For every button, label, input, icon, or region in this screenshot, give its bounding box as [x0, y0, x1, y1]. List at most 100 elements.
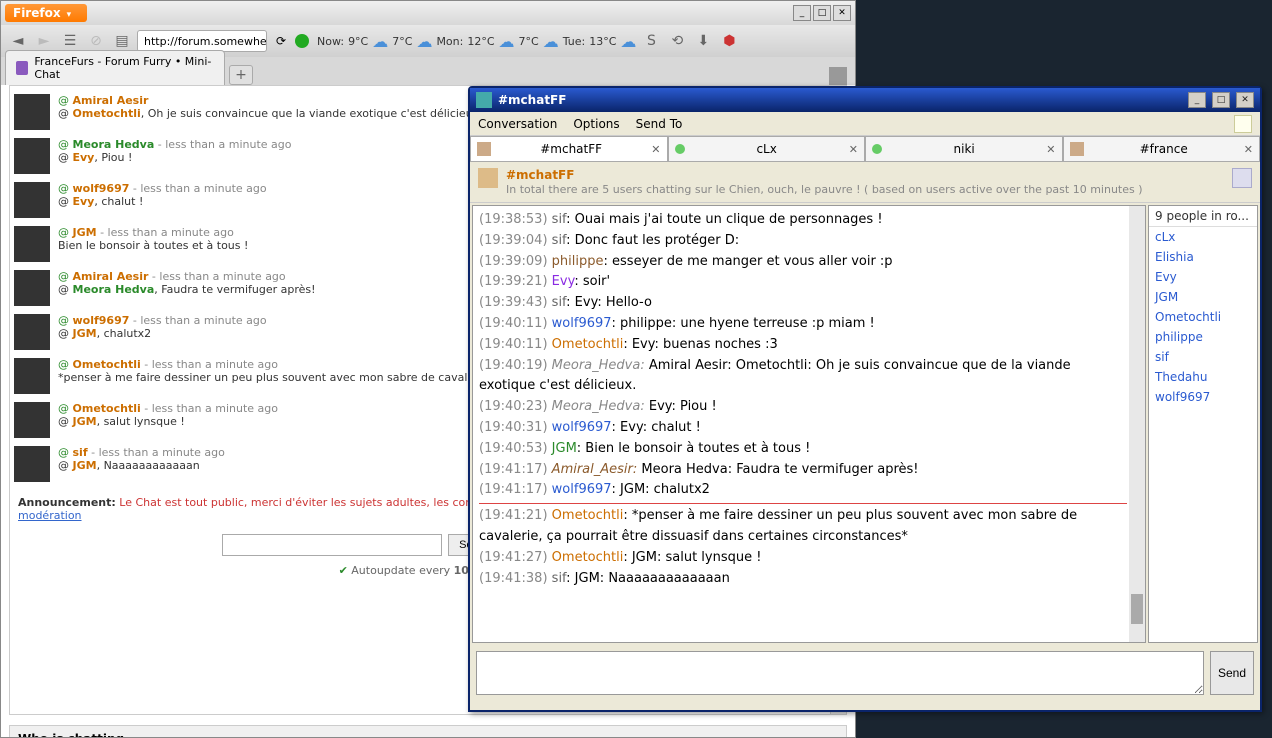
- minimize-button[interactable]: _: [1188, 92, 1206, 108]
- irc-send-button[interactable]: Send: [1210, 651, 1254, 695]
- avatar: [14, 446, 50, 482]
- adblock-icon[interactable]: ⬢: [718, 30, 740, 52]
- weather-widget[interactable]: Now: 9°C ☁ 7°C ☁ Mon: 12°C ☁ 7°C ☁ Tue: …: [317, 32, 636, 51]
- weather-tue-label: Tue:: [563, 35, 586, 48]
- sync-icon[interactable]: ⟲: [666, 30, 688, 52]
- irc-topic: #mchatFF In total there are 5 users chat…: [470, 162, 1260, 203]
- app-icon: [476, 92, 492, 108]
- browser-tab[interactable]: FranceFurs - Forum Furry • Mini-Chat: [5, 50, 225, 85]
- tab-close-icon[interactable]: ✕: [849, 143, 858, 156]
- maximize-button[interactable]: □: [813, 5, 831, 21]
- avatar: [14, 402, 50, 438]
- irc-tab[interactable]: #france ✕: [1063, 136, 1261, 162]
- tab-groups-icon[interactable]: [829, 67, 847, 85]
- irc-tab-label: cLx: [691, 142, 843, 156]
- user-count-header: 9 people in ro...: [1149, 206, 1257, 227]
- who-is-chatting-box: Who is chatting In total there are 6 use…: [9, 725, 847, 737]
- irc-input[interactable]: [476, 651, 1204, 695]
- irc-user-item[interactable]: Elishia: [1149, 247, 1257, 267]
- weather-now-temp: 9°C: [348, 35, 368, 48]
- irc-user-item[interactable]: philippe: [1149, 327, 1257, 347]
- irc-user-item[interactable]: sif: [1149, 347, 1257, 367]
- close-button[interactable]: ✕: [833, 5, 851, 21]
- weather-mon-temp: 12°C: [467, 35, 494, 48]
- log-line: (19:41:38) sif: JGM: Naaaaaaaaaaaaan: [479, 569, 1127, 590]
- back-icon[interactable]: ◄: [7, 30, 29, 52]
- stop-icon[interactable]: ⊘: [85, 30, 107, 52]
- minimize-button[interactable]: _: [793, 5, 811, 21]
- irc-tab-label: #mchatFF: [497, 142, 645, 156]
- reload-icon[interactable]: ⟳: [271, 30, 291, 52]
- firefox-tabstrip: FranceFurs - Forum Furry • Mini-Chat +: [1, 57, 855, 85]
- irc-user-item[interactable]: Evy: [1149, 267, 1257, 287]
- log-line: (19:39:21) Evy: soir': [479, 272, 1127, 293]
- irc-tab[interactable]: cLx ✕: [668, 136, 866, 162]
- irc-user-item[interactable]: Thedahu: [1149, 367, 1257, 387]
- log-line: (19:39:04) sif: Donc faut les protéger D…: [479, 231, 1127, 252]
- channel-icon: [1070, 142, 1084, 156]
- rain-icon: ☁: [416, 32, 432, 51]
- close-button[interactable]: ✕: [1236, 92, 1254, 108]
- log-line: (19:39:09) philippe: esseyer de me mange…: [479, 252, 1127, 273]
- log-line: (19:39:43) sif: Evy: Hello-o: [479, 293, 1127, 314]
- presence-dot-icon: [872, 144, 882, 154]
- menu-conversation[interactable]: Conversation: [478, 117, 557, 131]
- log-line: (19:40:11) Ometochtli: Evy: buenas noche…: [479, 335, 1127, 356]
- log-scrollbar[interactable]: [1129, 206, 1145, 642]
- topic-subtitle: In total there are 5 users chatting sur …: [506, 183, 1143, 196]
- irc-user-item[interactable]: JGM: [1149, 287, 1257, 307]
- log-line: (19:41:21) Ometochtli: *penser à me fair…: [479, 506, 1127, 548]
- tab-close-icon[interactable]: ✕: [1244, 143, 1253, 156]
- favicon-icon: [16, 61, 28, 75]
- readlater-icon[interactable]: ▤: [111, 30, 133, 52]
- log-line: (19:41:17) Amiral_Aesir: Meora Hedva: Fa…: [479, 460, 1127, 481]
- irc-user-list: 9 people in ro... cLxElishiaEvyJGMOmetoc…: [1148, 205, 1258, 643]
- rss-icon[interactable]: ☰: [59, 30, 81, 52]
- tab-close-icon[interactable]: ✕: [651, 143, 660, 156]
- weather-tue-temp: 13°C: [589, 35, 616, 48]
- stylish-icon[interactable]: S: [640, 30, 662, 52]
- topic-channel: #mchatFF: [506, 168, 574, 182]
- log-line: (19:41:27) Ometochtli: JGM: salut lynsqu…: [479, 548, 1127, 569]
- announcement-label: Announcement:: [18, 496, 116, 509]
- add-tab-icon[interactable]: [1234, 115, 1252, 133]
- log-line: (19:41:17) wolf9697: JGM: chalutx2: [479, 480, 1127, 501]
- irc-tab-label: #france: [1090, 142, 1238, 156]
- irc-titlebar[interactable]: #mchatFF _ □ ✕: [470, 88, 1260, 112]
- topic-expand-icon[interactable]: [1232, 168, 1252, 188]
- menu-send-to[interactable]: Send To: [636, 117, 683, 131]
- status-dot-icon: [295, 34, 309, 48]
- tab-title: FranceFurs - Forum Furry • Mini-Chat: [34, 55, 214, 81]
- presence-dot-icon: [675, 144, 685, 154]
- menu-options[interactable]: Options: [573, 117, 619, 131]
- irc-user-item[interactable]: Ometochtli: [1149, 307, 1257, 327]
- window-title: #mchatFF: [498, 93, 1182, 107]
- new-tab-button[interactable]: +: [229, 65, 253, 85]
- firefox-titlebar[interactable]: Firefox _ □ ✕: [1, 1, 855, 25]
- log-line: (19:40:53) JGM: Bien le bonsoir à toutes…: [479, 439, 1127, 460]
- rain-icon: ☁: [372, 32, 388, 51]
- forward-icon[interactable]: ►: [33, 30, 55, 52]
- avatar: [14, 182, 50, 218]
- firefox-menu-button[interactable]: Firefox: [5, 4, 87, 22]
- avatar: [14, 94, 50, 130]
- irc-tabstrip: #mchatFF ✕ cLx ✕ niki ✕ #france ✕: [470, 136, 1260, 162]
- chat-input[interactable]: [222, 534, 442, 556]
- irc-user-item[interactable]: cLx: [1149, 227, 1257, 247]
- irc-menubar: Conversation Options Send To: [470, 112, 1260, 136]
- who-header: Who is chatting: [10, 726, 846, 737]
- log-line: (19:38:53) sif: Ouai mais j'ai toute un …: [479, 210, 1127, 231]
- url-bar[interactable]: http://forum.somewhere.: [137, 30, 267, 52]
- tab-close-icon[interactable]: ✕: [1046, 143, 1055, 156]
- irc-window: #mchatFF _ □ ✕ Conversation Options Send…: [468, 86, 1262, 712]
- irc-tab[interactable]: niki ✕: [865, 136, 1063, 162]
- irc-tab-label: niki: [888, 142, 1040, 156]
- maximize-button[interactable]: □: [1212, 92, 1230, 108]
- channel-icon: [477, 142, 491, 156]
- weather-now-label: Now:: [317, 35, 344, 48]
- avatar: [14, 138, 50, 174]
- download-icon[interactable]: ⬇: [692, 30, 714, 52]
- irc-tab[interactable]: #mchatFF ✕: [470, 136, 668, 162]
- channel-icon: [478, 168, 498, 188]
- irc-user-item[interactable]: wolf9697: [1149, 387, 1257, 407]
